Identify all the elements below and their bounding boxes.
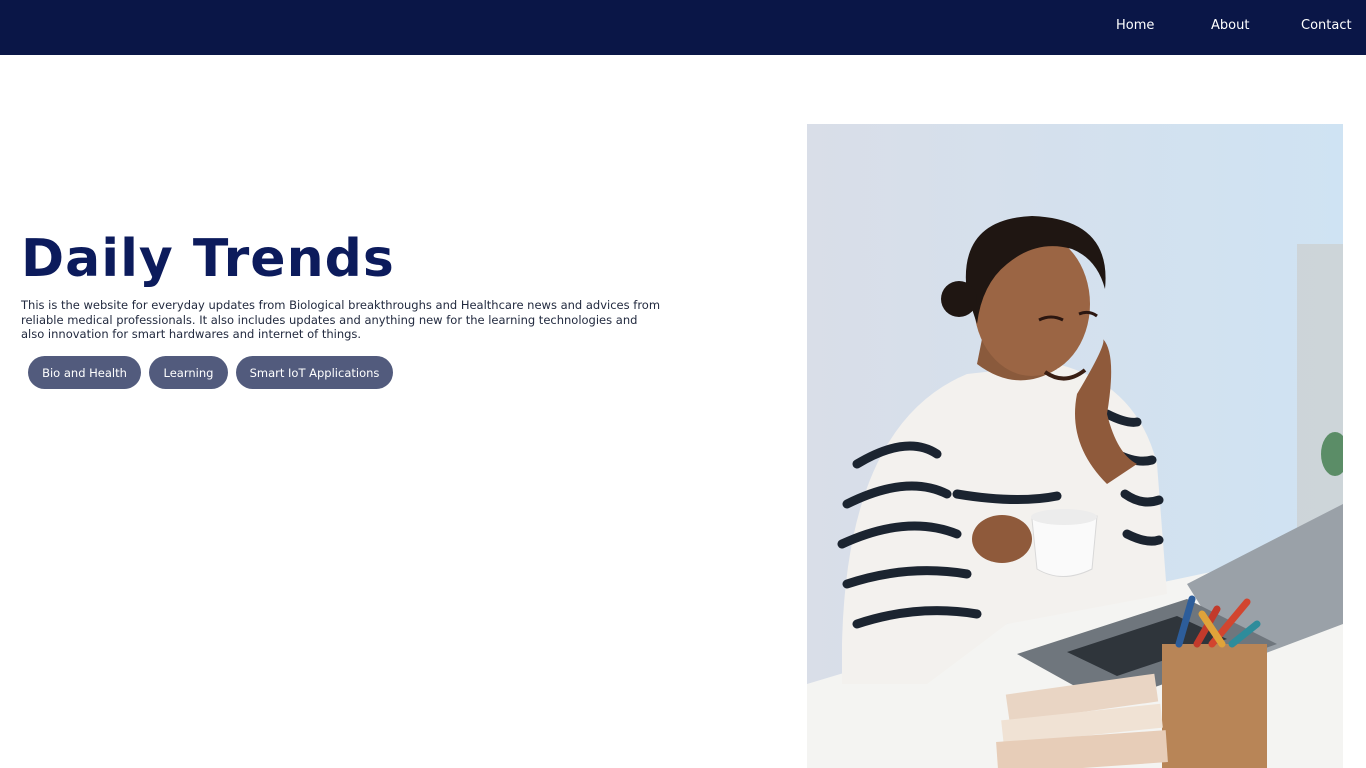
nav-link-home[interactable]: Home [1116,17,1154,35]
bio-and-health-button[interactable]: Bio and Health [28,356,141,389]
nav-link-contact[interactable]: Contact [1301,17,1352,35]
hero-description: This is the website for everyday updates… [21,298,661,341]
navbar: Home About Contact [0,0,1366,55]
hero-image [807,124,1343,768]
hero-illustration [807,124,1343,768]
nav-link-about[interactable]: About [1211,17,1249,35]
page-title: Daily Trends [21,229,395,289]
smart-iot-applications-button[interactable]: Smart IoT Applications [236,356,393,389]
learning-button[interactable]: Learning [149,356,228,389]
